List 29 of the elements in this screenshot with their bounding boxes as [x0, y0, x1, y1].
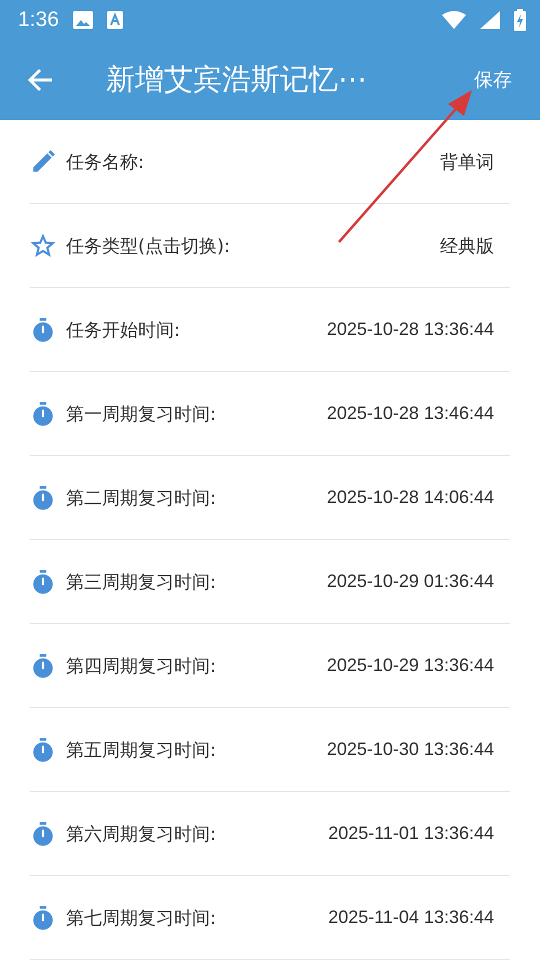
- field-value[interactable]: 2025-11-04 13:36:44: [328, 907, 494, 928]
- field-label: 任务类型(点击切换):: [66, 234, 232, 258]
- font-icon: [106, 11, 123, 29]
- field-value[interactable]: 2025-10-28 13:46:44: [326, 403, 494, 424]
- app-title: 新增艾宾浩斯记忆⋯: [106, 61, 368, 98]
- field-value[interactable]: 2025-10-28 14:06:44: [326, 487, 494, 508]
- status-time: 1:36: [18, 8, 59, 32]
- field-label: 第四周期复习时间:: [66, 654, 218, 678]
- wifi-icon: [442, 11, 466, 29]
- field-label: 第七周期复习时间:: [66, 906, 218, 930]
- field-value[interactable]: 2025-10-30 13:36:44: [326, 739, 494, 760]
- field-label: 第一周期复习时间:: [66, 402, 218, 426]
- field-value[interactable]: 2025-11-01 13:36:44: [328, 823, 494, 844]
- field-label: 第六周期复习时间:: [66, 822, 218, 846]
- field-value[interactable]: 2025-10-29 13:36:44: [326, 655, 494, 676]
- battery-icon: [514, 9, 526, 31]
- field-value[interactable]: 背单词: [440, 150, 494, 174]
- field-value[interactable]: 2025-10-29 01:36:44: [326, 571, 494, 592]
- field-value[interactable]: 2025-10-28 13:36:44: [326, 319, 494, 340]
- image-icon: [72, 11, 93, 29]
- star-icon: [30, 232, 56, 258]
- field-label: 第二周期复习时间:: [66, 486, 218, 510]
- field-label: 第五周期复习时间:: [66, 738, 218, 762]
- back-arrow-icon[interactable]: [28, 68, 54, 92]
- field-label: 任务名称:: [66, 150, 146, 174]
- field-label: 第三周期复习时间:: [66, 570, 218, 594]
- field-value[interactable]: 经典版: [440, 234, 494, 258]
- field-label: 任务开始时间:: [66, 318, 182, 342]
- signal-icon: [480, 11, 500, 29]
